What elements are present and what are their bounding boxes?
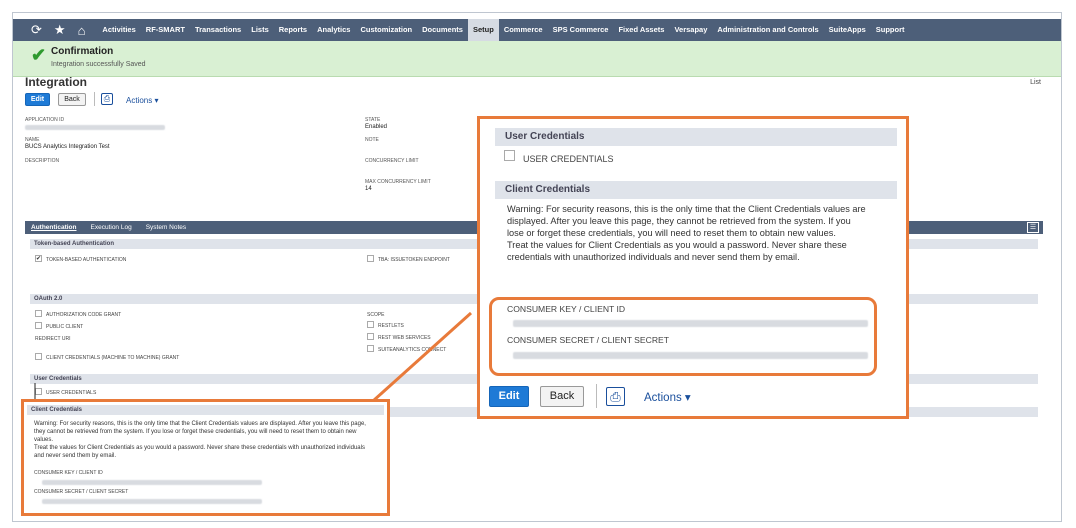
user-credentials-header-zoom: User Credentials: [495, 128, 897, 146]
warning-text-zoom: Warning: For security reasons, this is t…: [507, 204, 866, 238]
actions-menu-zoom[interactable]: Actions ▾: [644, 390, 691, 404]
consumer-key-value-redacted-zoom: [513, 320, 868, 327]
warning-text-small: Warning: For security reasons, this is t…: [34, 421, 366, 443]
edit-button-zoom[interactable]: Edit: [489, 386, 529, 407]
treat-text-zoom: Treat the values for Client Credentials …: [507, 240, 847, 262]
divider-zoom: [596, 384, 597, 408]
consumer-secret-value-redacted-zoom: [513, 352, 868, 359]
client-credentials-header-zoom: Client Credentials: [495, 181, 897, 199]
client-credentials-warning-zoom: Warning: For security reasons, this is t…: [507, 203, 867, 263]
consumer-secret-label-small: CONSUMER SECRET / CLIENT SECRET: [34, 489, 129, 495]
app-window: ⟳ ★ ⌂ Activities RF-SMART Transactions L…: [12, 12, 1062, 522]
consumer-key-label-zoom: CONSUMER KEY / CLIENT ID: [507, 304, 626, 314]
client-credentials-header-small: Client Credentials: [27, 405, 384, 415]
print-icon-zoom[interactable]: ⎙: [606, 387, 625, 406]
user-credentials-checkbox-zoom[interactable]: [504, 150, 515, 161]
consumer-secret-label-zoom: CONSUMER SECRET / CLIENT SECRET: [507, 335, 670, 345]
consumer-secret-value-redacted-small: [42, 499, 262, 504]
user-credentials-label-zoom: USER CREDENTIALS: [523, 154, 614, 164]
client-credentials-callout-zoom: User Credentials USER CREDENTIALS Client…: [477, 116, 909, 419]
client-credentials-warning-small: Warning: For security reasons, this is t…: [34, 420, 374, 460]
treat-text-small: Treat the values for Client Credentials …: [34, 445, 365, 459]
client-credentials-callout-small: Client Credentials Warning: For security…: [21, 399, 390, 516]
back-button-zoom[interactable]: Back: [540, 386, 584, 407]
consumer-key-value-redacted-small: [42, 480, 262, 485]
consumer-key-label-small: CONSUMER KEY / CLIENT ID: [34, 470, 103, 476]
